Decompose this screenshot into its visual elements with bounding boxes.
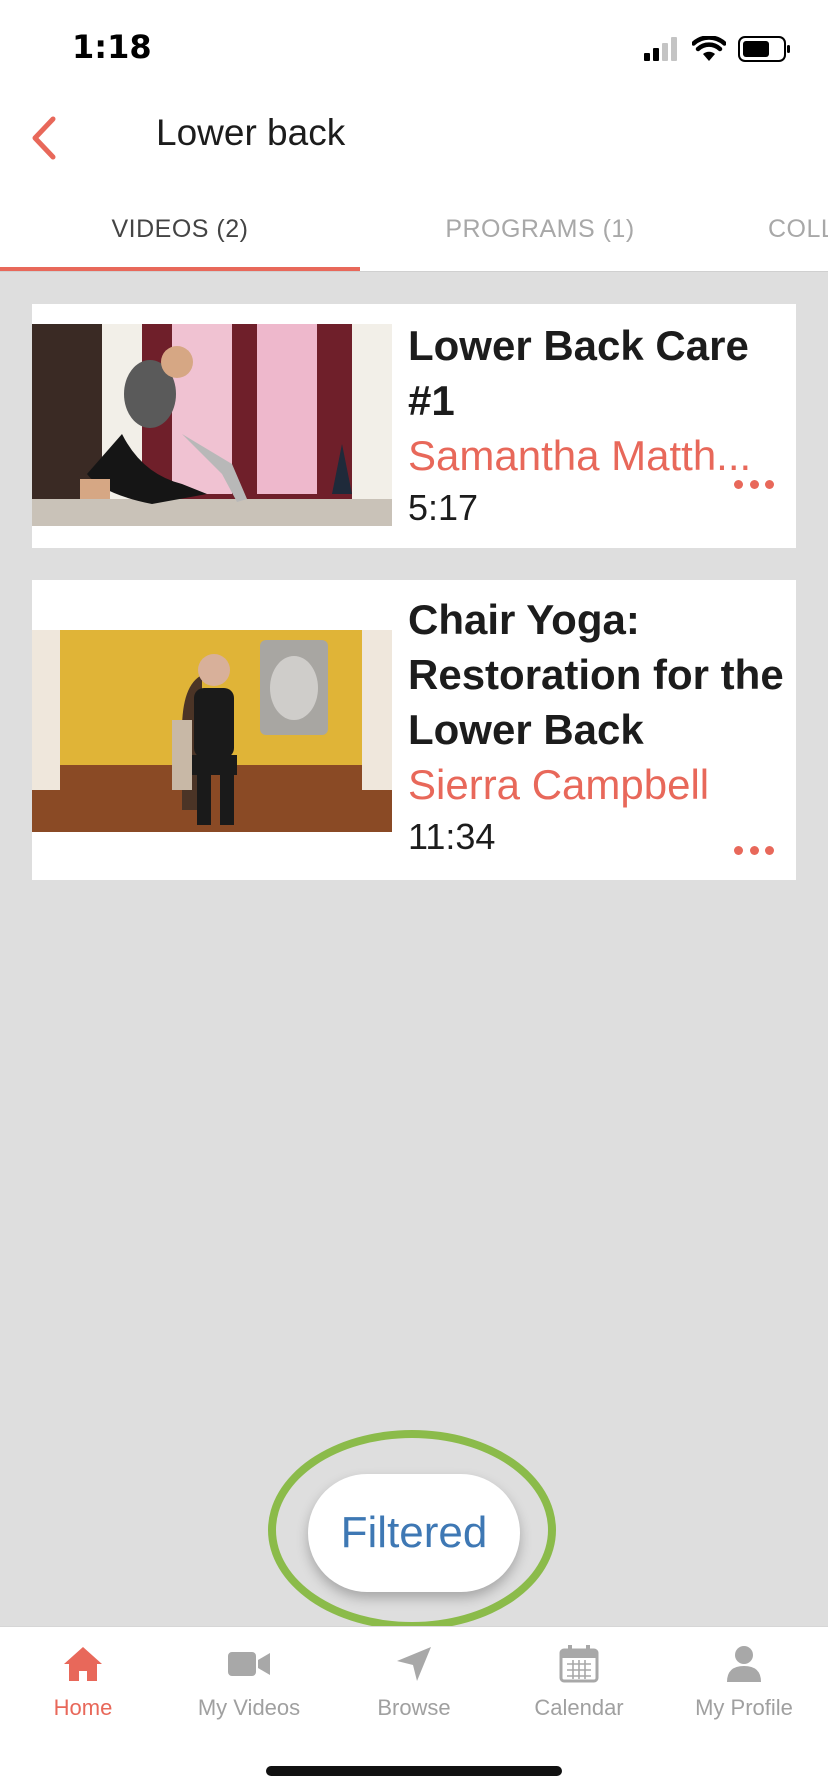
tab-collections-label: COLL xyxy=(768,214,828,243)
dot-icon xyxy=(765,845,774,855)
video-author[interactable]: Sierra Campbell xyxy=(408,757,784,812)
tab-programs-label: PROGRAMS (1) xyxy=(445,214,635,243)
video-title[interactable]: Chair Yoga: Restoration for the Lower Ba… xyxy=(408,592,784,757)
more-options-button[interactable] xyxy=(734,474,774,494)
video-card[interactable]: Lower Back Care #1 Samantha Matth... 5:1… xyxy=(32,304,796,548)
battery-icon xyxy=(738,36,790,62)
person-icon xyxy=(719,1641,769,1687)
video-info: Chair Yoga: Restoration for the Lower Ba… xyxy=(408,592,784,862)
status-bar: 1:18 xyxy=(0,0,828,96)
video-title[interactable]: Lower Back Care #1 xyxy=(408,318,784,428)
home-icon xyxy=(58,1641,108,1687)
video-duration: 5:17 xyxy=(408,487,479,528)
back-button[interactable] xyxy=(14,108,74,168)
tab-programs[interactable]: PROGRAMS (1) xyxy=(360,186,720,271)
more-options-button[interactable] xyxy=(734,840,774,860)
navigation-arrow-icon xyxy=(389,1641,439,1687)
page-title: Lower back xyxy=(156,112,346,153)
video-thumbnail xyxy=(32,324,392,526)
video-thumbnail xyxy=(32,630,392,832)
cellular-signal-icon xyxy=(644,37,677,61)
active-tab-indicator xyxy=(0,267,360,271)
tab-videos-label: VIDEOS (2) xyxy=(111,214,249,243)
tab-my-videos-label: My Videos xyxy=(197,1695,301,1720)
tab-my-profile-label: My Profile xyxy=(695,1695,793,1720)
tab-home-label: Home xyxy=(53,1695,113,1720)
dot-icon xyxy=(765,479,774,489)
wifi-icon xyxy=(692,36,726,61)
nav-bar: Lower back xyxy=(0,96,828,186)
video-duration: 11:34 xyxy=(408,816,496,857)
tab-videos[interactable]: VIDEOS (2) xyxy=(0,186,360,271)
tab-browse[interactable]: Browse xyxy=(339,1641,489,1731)
status-time: 1:18 xyxy=(72,28,152,66)
video-card[interactable]: Chair Yoga: Restoration for the Lower Ba… xyxy=(32,580,796,880)
dot-icon xyxy=(734,479,743,489)
status-icons xyxy=(644,34,792,64)
video-author[interactable]: Samantha Matth... xyxy=(408,428,784,483)
tab-my-profile[interactable]: My Profile xyxy=(669,1641,819,1731)
dot-icon xyxy=(749,479,759,489)
tab-calendar[interactable]: Calendar xyxy=(504,1641,654,1731)
tab-home[interactable]: Home xyxy=(8,1641,158,1731)
tab-strip: VIDEOS (2) PROGRAMS (1) COLL xyxy=(0,186,828,272)
home-indicator[interactable] xyxy=(266,1766,562,1776)
tab-my-videos[interactable]: My Videos xyxy=(174,1641,324,1731)
tab-collections[interactable]: COLL xyxy=(768,186,828,271)
dot-icon xyxy=(749,845,759,855)
dot-icon xyxy=(734,845,743,855)
video-camera-icon xyxy=(224,1641,274,1687)
tab-calendar-label: Calendar xyxy=(534,1695,624,1720)
tab-browse-label: Browse xyxy=(377,1695,451,1720)
video-info: Lower Back Care #1 Samantha Matth... 5:1… xyxy=(408,318,784,533)
chevron-left-icon xyxy=(32,116,56,160)
filtered-button[interactable]: Filtered xyxy=(308,1474,520,1592)
calendar-icon xyxy=(554,1641,604,1687)
